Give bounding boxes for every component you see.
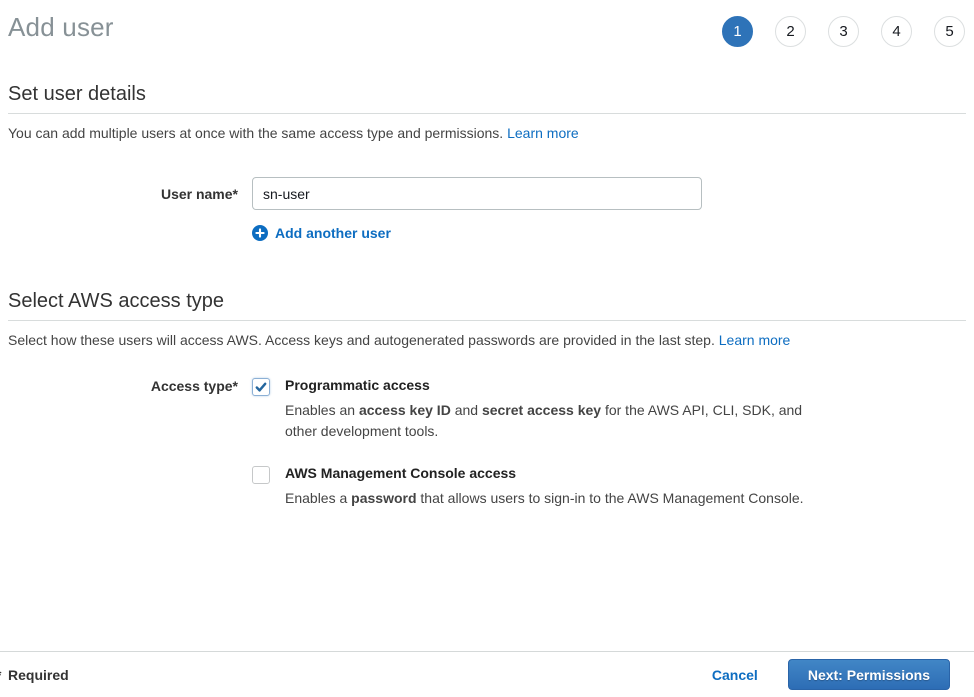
user-details-description-text: You can add multiple users at once with … bbox=[8, 125, 503, 141]
section-heading-user-details: Set user details bbox=[8, 83, 966, 106]
console-access-body: AWS Management Console access Enables a … bbox=[285, 465, 807, 509]
programmatic-access-option: Programmatic access Enables an access ke… bbox=[252, 377, 807, 442]
console-access-desc: Enables a password that allows users to … bbox=[285, 488, 807, 509]
access-type-description: Select how these users will access AWS. … bbox=[8, 332, 966, 348]
step-2: 2 bbox=[775, 16, 806, 47]
plus-circle-icon bbox=[252, 225, 268, 241]
wizard-footer: *Required Cancel Next: Permissions bbox=[0, 651, 974, 697]
set-user-details-section: Set user details You can add multiple us… bbox=[0, 83, 974, 241]
user-name-input[interactable] bbox=[252, 177, 702, 210]
user-name-control bbox=[252, 177, 702, 210]
desc-text: and bbox=[451, 402, 482, 418]
required-asterisk: * bbox=[0, 667, 1, 683]
user-name-row: User name* bbox=[8, 177, 966, 210]
add-another-user-label: Add another user bbox=[275, 225, 391, 241]
desc-bold: secret access key bbox=[482, 402, 601, 418]
page-header: Add user 1 2 3 4 5 bbox=[0, 0, 974, 43]
access-type-row: Access type* Programmatic access Enables… bbox=[8, 377, 966, 532]
learn-more-link-user-details[interactable]: Learn more bbox=[507, 125, 579, 141]
desc-bold: password bbox=[351, 490, 416, 506]
step-5: 5 bbox=[934, 16, 965, 47]
next-permissions-button[interactable]: Next: Permissions bbox=[788, 659, 950, 690]
step-4: 4 bbox=[881, 16, 912, 47]
required-label: Required bbox=[8, 667, 69, 683]
console-access-checkbox[interactable] bbox=[252, 466, 270, 484]
programmatic-access-desc: Enables an access key ID and secret acce… bbox=[285, 400, 807, 442]
access-type-description-text: Select how these users will access AWS. … bbox=[8, 332, 715, 348]
footer-actions: Cancel Next: Permissions bbox=[712, 659, 950, 690]
programmatic-access-checkbox[interactable] bbox=[252, 378, 270, 396]
section-heading-access-type: Select AWS access type bbox=[8, 290, 966, 313]
desc-text: Enables an bbox=[285, 402, 359, 418]
cancel-button[interactable]: Cancel bbox=[712, 667, 758, 683]
select-access-type-section: Select AWS access type Select how these … bbox=[0, 290, 974, 532]
step-indicator: 1 2 3 4 5 bbox=[722, 16, 965, 47]
add-user-page: Add user 1 2 3 4 5 Set user details You … bbox=[0, 0, 974, 697]
desc-bold: access key ID bbox=[359, 402, 451, 418]
desc-text: that allows users to sign-in to the AWS … bbox=[417, 490, 804, 506]
step-1: 1 bbox=[722, 16, 753, 47]
access-type-label: Access type* bbox=[8, 377, 238, 532]
section-divider bbox=[8, 320, 966, 321]
user-name-label: User name* bbox=[8, 177, 238, 210]
checkmark-icon bbox=[254, 380, 268, 394]
learn-more-link-access-type[interactable]: Learn more bbox=[719, 332, 791, 348]
section-divider bbox=[8, 113, 966, 114]
desc-text: Enables a bbox=[285, 490, 351, 506]
step-3: 3 bbox=[828, 16, 859, 47]
programmatic-access-body: Programmatic access Enables an access ke… bbox=[285, 377, 807, 442]
add-another-user-button[interactable]: Add another user bbox=[252, 225, 966, 241]
required-note: *Required bbox=[8, 667, 69, 683]
console-access-option: AWS Management Console access Enables a … bbox=[252, 465, 807, 509]
console-access-title: AWS Management Console access bbox=[285, 465, 807, 481]
access-type-options: Programmatic access Enables an access ke… bbox=[252, 377, 807, 532]
user-details-description: You can add multiple users at once with … bbox=[8, 125, 966, 141]
programmatic-access-title: Programmatic access bbox=[285, 377, 807, 393]
